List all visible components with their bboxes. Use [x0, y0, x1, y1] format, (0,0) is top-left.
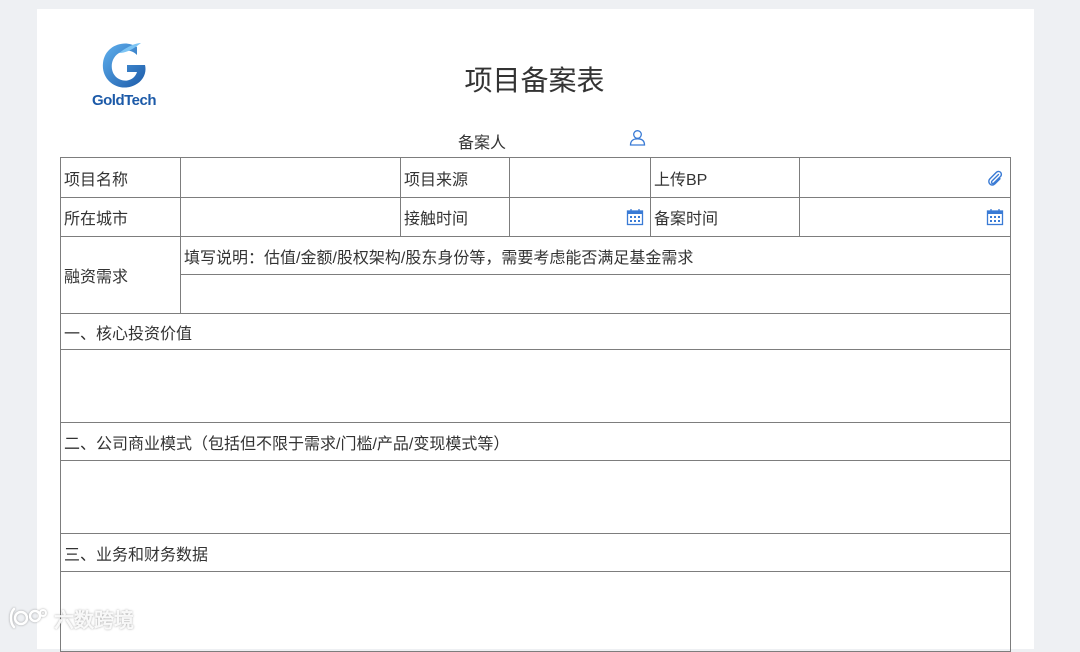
paperclip-icon[interactable]	[986, 169, 1004, 187]
section-business-model-field[interactable]	[60, 460, 1011, 534]
upload-bp-field[interactable]	[799, 157, 1011, 198]
page-title: 项目备案表	[464, 65, 605, 96]
contact-time-label: 接触时间	[400, 197, 510, 237]
project-name-label: 项目名称	[60, 157, 181, 198]
financing-label: 融资需求	[60, 236, 181, 314]
watermark-text: 六数跨境	[54, 609, 134, 632]
project-filing-form: 项目名称 项目来源 上传BP 所在城市 接触时间 备案时间 融资需求 填写说明：…	[60, 157, 1011, 652]
calendar-icon[interactable]	[986, 208, 1004, 226]
city-label: 所在城市	[60, 197, 181, 237]
user-icon[interactable]	[629, 129, 646, 146]
filer-label: 备案人	[458, 135, 507, 152]
section-core-value-field[interactable]	[60, 349, 1011, 423]
watermark-logo-icon	[9, 607, 47, 629]
project-source-field[interactable]	[509, 157, 651, 198]
filing-time-label: 备案时间	[650, 197, 800, 237]
financing-field[interactable]	[180, 274, 1011, 314]
upload-bp-label: 上传BP	[650, 157, 800, 198]
watermark: 六数跨境	[8, 602, 134, 634]
form-page: GoldTech 项目备案表 备案人 项目名称 项目来源 上传BP 所在城市 接…	[37, 9, 1034, 652]
financing-hint: 填写说明：估值/金额/股权架构/股东身份等，需要考虑能否满足基金需求	[180, 236, 1011, 275]
contact-time-field[interactable]	[509, 197, 651, 237]
section-core-value-heading: 一、核心投资价值	[60, 313, 1011, 350]
filing-time-field[interactable]	[799, 197, 1011, 237]
section-financials-heading: 三、业务和财务数据	[60, 533, 1011, 572]
section-financials-field[interactable]	[60, 571, 1011, 652]
city-field[interactable]	[180, 197, 401, 237]
project-source-label: 项目来源	[400, 157, 510, 198]
section-business-model-heading: 二、公司商业模式（包括但不限于需求/门槛/产品/变现模式等）	[60, 422, 1011, 461]
project-name-field[interactable]	[180, 157, 401, 198]
calendar-icon[interactable]	[626, 208, 644, 226]
